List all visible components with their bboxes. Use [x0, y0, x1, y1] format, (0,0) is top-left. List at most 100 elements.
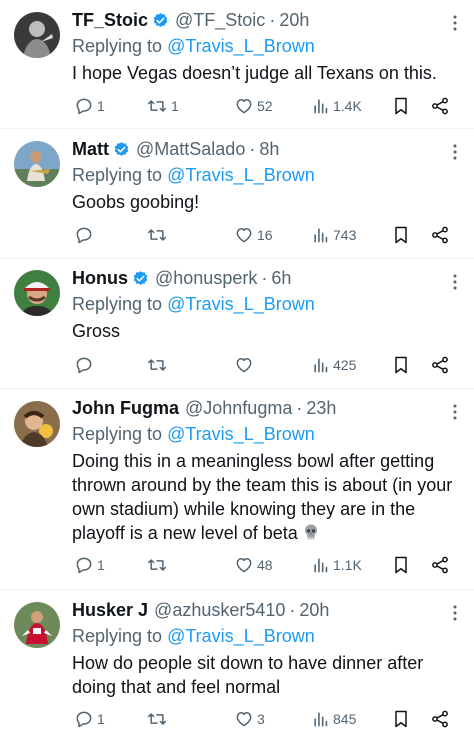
like-icon [236, 558, 252, 573]
replying-to-link[interactable]: @Travis_L_Brown [167, 36, 315, 56]
share-button[interactable] [430, 225, 450, 245]
views-button[interactable]: 845 [312, 709, 356, 729]
views-icon [314, 228, 328, 243]
share-button[interactable] [430, 96, 450, 116]
separator-dot: · [249, 139, 256, 159]
replying-to-label: Replying to [72, 165, 163, 185]
replying-to-link[interactable]: @Travis_L_Brown [167, 424, 315, 444]
retweet-button[interactable] [146, 225, 171, 245]
views-button[interactable]: 1.4K [312, 96, 362, 116]
retweet-icon [147, 100, 167, 112]
timestamp[interactable]: 8h [259, 138, 279, 160]
user-handle[interactable]: @honusperk [155, 267, 257, 289]
display-name[interactable]: Honus [72, 267, 128, 289]
more-icon[interactable] [452, 143, 458, 161]
more-icon[interactable] [452, 273, 458, 291]
tweet-header: John Fugma @Johnfugma · 23h [72, 397, 462, 419]
bookmark-button[interactable] [392, 96, 410, 116]
like-count: 3 [257, 711, 265, 727]
display-name[interactable]: Husker J [72, 599, 148, 621]
bookmark-button[interactable] [392, 225, 410, 245]
bookmark-button[interactable] [392, 709, 410, 729]
like-button[interactable]: 52 [234, 96, 273, 116]
reply-button[interactable]: 1 [74, 709, 105, 729]
retweet-button[interactable] [146, 709, 171, 729]
share-icon [432, 356, 448, 374]
reply-button[interactable]: 1 [74, 555, 105, 575]
tweet-header: Honus @honusperk · 6h [72, 267, 462, 289]
share-button[interactable] [430, 555, 450, 575]
tweet-text: How do people sit down to have dinner af… [72, 653, 424, 697]
views-icon [314, 358, 328, 373]
like-button[interactable]: 3 [234, 709, 265, 729]
views-button[interactable]: 1.1K [312, 555, 362, 575]
separator-dot: · [296, 398, 303, 418]
reply-icon [76, 711, 92, 728]
tweet[interactable]: Husker J @azhusker5410 · 20h Replying to… [0, 590, 474, 750]
reply-feed: TF_Stoic @TF_Stoic · 20h Replying to @Tr… [0, 0, 474, 750]
display-name[interactable]: John Fugma [72, 397, 179, 419]
timestamp[interactable]: 6h [271, 267, 291, 289]
replying-to-link[interactable]: @Travis_L_Brown [167, 294, 315, 314]
user-handle[interactable]: @Johnfugma [185, 397, 292, 419]
replying-to: Replying to @Travis_L_Brown [72, 625, 462, 647]
like-count: 16 [257, 227, 273, 243]
reply-button[interactable] [74, 355, 97, 375]
replying-to-link[interactable]: @Travis_L_Brown [167, 626, 315, 646]
user-handle[interactable]: @MattSalado [136, 138, 245, 160]
bookmark-button[interactable] [392, 355, 410, 375]
retweet-count: 1 [171, 98, 179, 114]
reply-button[interactable]: 1 [74, 96, 105, 116]
avatar[interactable] [14, 12, 60, 58]
reply-button[interactable] [74, 225, 97, 245]
more-icon[interactable] [452, 403, 458, 421]
replying-to: Replying to @Travis_L_Brown [72, 423, 462, 445]
tweet-header: Matt @MattSalado · 8h [72, 138, 462, 160]
replying-to-label: Replying to [72, 294, 163, 314]
display-name[interactable]: TF_Stoic [72, 9, 148, 31]
views-count: 1.1K [333, 557, 362, 573]
share-icon [432, 556, 448, 574]
like-icon [236, 228, 252, 243]
bookmark-icon [395, 556, 407, 574]
views-icon [314, 99, 328, 114]
avatar[interactable] [14, 141, 60, 187]
retweet-button[interactable] [146, 355, 171, 375]
timestamp[interactable]: 23h [306, 397, 336, 419]
like-button[interactable]: 48 [234, 555, 273, 575]
views-count: 743 [333, 227, 357, 243]
like-button[interactable] [234, 355, 257, 375]
avatar[interactable] [14, 401, 60, 447]
tweet-text: Goobs goobing! [72, 192, 200, 212]
replying-to: Replying to @Travis_L_Brown [72, 293, 462, 315]
bookmark-button[interactable] [392, 555, 410, 575]
bookmark-icon [395, 226, 407, 244]
share-button[interactable] [430, 355, 450, 375]
replying-to-link[interactable]: @Travis_L_Brown [167, 165, 315, 185]
reply-count: 1 [97, 557, 105, 573]
share-button[interactable] [430, 709, 450, 729]
timestamp[interactable]: 20h [299, 599, 329, 621]
reply-icon [76, 357, 92, 374]
verified-badge-icon [132, 270, 149, 287]
like-button[interactable]: 16 [234, 225, 273, 245]
more-icon[interactable] [452, 14, 458, 32]
user-handle[interactable]: @azhusker5410 [154, 599, 285, 621]
views-button[interactable]: 743 [312, 225, 356, 245]
retweet-button[interactable]: 1 [146, 96, 179, 116]
tweet[interactable]: TF_Stoic @TF_Stoic · 20h Replying to @Tr… [0, 0, 474, 129]
retweet-button[interactable] [146, 555, 171, 575]
user-handle[interactable]: @TF_Stoic [175, 9, 265, 31]
tweet[interactable]: Matt @MattSalado · 8h Replying to @Travi… [0, 129, 474, 259]
avatar[interactable] [14, 270, 60, 316]
tweet[interactable]: Honus @honusperk · 6h Replying to @Travi… [0, 259, 474, 389]
display-name[interactable]: Matt [72, 138, 109, 160]
more-icon[interactable] [452, 604, 458, 622]
action-bar: 16 743 [72, 225, 452, 247]
timestamp[interactable]: 20h [279, 9, 309, 31]
avatar[interactable] [14, 602, 60, 648]
tweet[interactable]: John Fugma @Johnfugma · 23h Replying to … [0, 389, 474, 590]
views-button[interactable]: 425 [312, 355, 356, 375]
like-icon [236, 99, 252, 114]
reply-count: 1 [97, 98, 105, 114]
